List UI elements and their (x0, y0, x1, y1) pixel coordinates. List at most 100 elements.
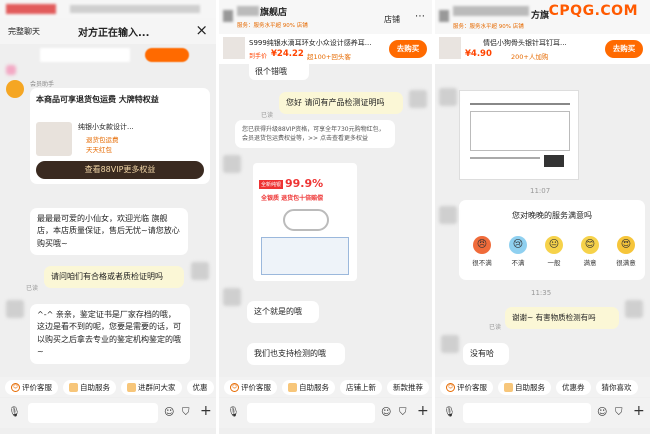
plus-icon[interactable]: + (633, 404, 645, 418)
input-bar: 🎙 ☺ ⛉ + (219, 398, 432, 428)
message-input[interactable] (463, 403, 591, 423)
sales-count: 200+人加购 (511, 53, 549, 61)
helper-name: 会员助手 (30, 81, 55, 88)
emoji-icon[interactable]: ☺ (381, 407, 391, 419)
chip-label: 评价客服 (457, 382, 487, 392)
emoji-icon[interactable]: ☺ (597, 407, 607, 419)
bag-icon[interactable]: ⛉ (615, 407, 623, 419)
price-label: 到手价 (249, 53, 268, 60)
product-thumb (439, 37, 461, 59)
input-bar: 🎙 ☺ ⛉ + (435, 398, 650, 428)
rate-service-chip[interactable]: ☺ 评价客服 (224, 379, 277, 395)
promo-card: 本商品可享退货包运费 大牌特权益 纯银小女款设计... 退货包运费 天天红包 查… (30, 88, 210, 184)
coupon-chip[interactable]: 优惠券 (556, 379, 591, 395)
rating-label: 一般 (547, 259, 561, 267)
self-service-chip[interactable]: 自助服务 (282, 379, 335, 395)
quick-toolbar: ☺ 评价客服 自助服务 优惠券 猜你喜欢 (435, 377, 650, 397)
smile-icon: ☺ (230, 382, 239, 392)
more-icon[interactable]: ⋯ (415, 11, 425, 22)
buy-button[interactable]: 去购买 (389, 40, 427, 58)
close-icon[interactable]: × (195, 21, 208, 39)
smile-icon: ☺ (446, 382, 455, 392)
chat-title: 对方正在输入... (78, 28, 150, 39)
reply-message: 没有哈 (463, 343, 509, 366)
voice-icon[interactable]: 🎙 (8, 407, 21, 419)
chip-label: 自助服务 (80, 382, 110, 392)
recommend-chip[interactable]: 新款推荐 (387, 379, 429, 395)
smile-face-icon: 😊 (581, 236, 599, 254)
message-input[interactable] (247, 403, 375, 423)
rating-label: 满意 (583, 259, 597, 267)
rating-very-unsatisfied[interactable]: 😠 很不满 (467, 236, 497, 267)
full-chat-button[interactable]: 完整聊天 (8, 26, 40, 37)
coupon-chip[interactable]: 优惠 (186, 379, 214, 395)
quick-toolbar: ☺ 评价客服 自助服务 店铺上新 新款推荐 (219, 377, 432, 397)
shop-header: 旗舰店 服务：服务水平超 90% 店铺 店铺 ⋯ (219, 0, 432, 34)
rating-label: 很满意 (616, 259, 636, 267)
shop-rating: 服务：服务水平超 90% 店铺 (237, 23, 308, 29)
chip-label: 评价客服 (22, 382, 52, 392)
reply-message: 这个就是的哦 (247, 301, 319, 324)
cert-percent: 99.9% (285, 177, 324, 190)
rating-very-satisfied[interactable]: 😍 很满意 (611, 236, 641, 267)
neutral-face-icon: 😐 (545, 236, 563, 254)
prev-message: 很个错哦 (249, 64, 309, 81)
join-group-chip[interactable]: 进群问大家 (121, 379, 182, 395)
survey-title: 您对晚晚的服务满意吗 (512, 211, 592, 220)
product-card: 情侣小狗骨头银针耳钉耳... ¥4.90 200+人加购 去购买 (435, 34, 650, 64)
watermark: CPQG.COM (548, 3, 638, 19)
welcome-message: 最最最可爱的小仙女，欢迎光临 旗舰店，本店质量保证，售后无忧~请您放心购买哦~ (30, 208, 188, 256)
quick-toolbar: ☺ 评价客服 自助服务 进群问大家 优惠 (0, 377, 216, 397)
timestamp: 11:35 (531, 289, 552, 297)
chip-label: 优惠 (192, 382, 208, 392)
new-arrivals-chip[interactable]: 店铺上新 (340, 379, 382, 395)
cert-tag: 全新纯银 (259, 180, 284, 189)
angry-face-icon: 😠 (473, 236, 491, 254)
voice-icon[interactable]: 🎙 (443, 407, 456, 419)
input-bar: 🎙 ☺ ⛉ + (0, 398, 216, 428)
vip-benefits-button[interactable]: 查看88VIP更多权益 (36, 161, 204, 179)
red-packet-badge: 天天红包 (86, 146, 112, 154)
self-service-chip[interactable]: 自助服务 (498, 379, 551, 395)
group-icon (127, 382, 136, 392)
chat-header: 完整聊天 对方正在输入... × (0, 18, 216, 44)
guess-you-like-chip[interactable]: 猜你喜欢 (595, 379, 638, 395)
rate-service-chip[interactable]: ☺ 评价客服 (440, 379, 493, 395)
bag-icon[interactable]: ⛉ (399, 407, 407, 419)
rate-service-chip[interactable]: ☺ 评价客服 (5, 379, 58, 395)
my-message: 谢谢~ 有害物质检测有吗 (505, 307, 619, 329)
heart-eyes-icon: 😍 (617, 236, 635, 254)
chip-label: 优惠券 (562, 382, 585, 392)
grid-icon (504, 382, 513, 392)
certificate-image: 全新纯银 99.9% 全银质 退货包十倍赔偿 (253, 163, 357, 281)
read-status: 已读 (261, 112, 274, 119)
self-service-chip[interactable]: 自助服务 (63, 379, 116, 395)
read-status: 已读 (489, 324, 502, 331)
plus-icon[interactable]: + (417, 404, 429, 418)
top-blurred-bar (0, 0, 216, 18)
product-image (36, 122, 72, 156)
my-message: 您好 请问有产品检测证明吗 (279, 92, 403, 115)
voice-icon[interactable]: 🎙 (227, 407, 240, 419)
rating-neutral[interactable]: 😐 一般 (539, 236, 569, 267)
product-thumb (223, 37, 245, 59)
rating-satisfied[interactable]: 😊 满意 (575, 236, 605, 267)
chat-panel-1: 完整聊天 对方正在输入... × 会员助手 本商品可享退货包运费 大牌特权益 纯… (0, 0, 216, 434)
plus-icon[interactable]: + (200, 404, 212, 418)
crying-face-icon: 😢 (509, 236, 527, 254)
bag-icon[interactable]: ⛉ (182, 407, 190, 419)
buy-button[interactable]: 去购买 (605, 40, 643, 58)
rating-unsatisfied[interactable]: 😢 不满 (503, 236, 533, 267)
shared-document-image (459, 90, 579, 180)
chat-panel-3: 方旗 服务：服务水平超 90% 店铺 情侣小狗骨头银针耳钉耳... ¥4.90 … (435, 0, 650, 434)
cert-subtitle: 全银质 退货包十倍赔偿 (261, 195, 324, 202)
shop-name: 旗舰店 (260, 8, 288, 18)
shop-rating: 服务：服务水平超 90% 店铺 (453, 24, 524, 30)
message-input[interactable] (28, 403, 158, 423)
store-button[interactable]: 店铺 (384, 14, 400, 25)
chip-label: 进群问大家 (138, 382, 176, 392)
chip-label: 店铺上新 (346, 382, 376, 392)
emoji-icon[interactable]: ☺ (164, 407, 174, 419)
product-card: S999纯银水滴耳环女小众设计感养耳... 到手价 ¥24.22 超100+回头… (219, 34, 432, 64)
price: ¥24.22 (271, 49, 304, 59)
